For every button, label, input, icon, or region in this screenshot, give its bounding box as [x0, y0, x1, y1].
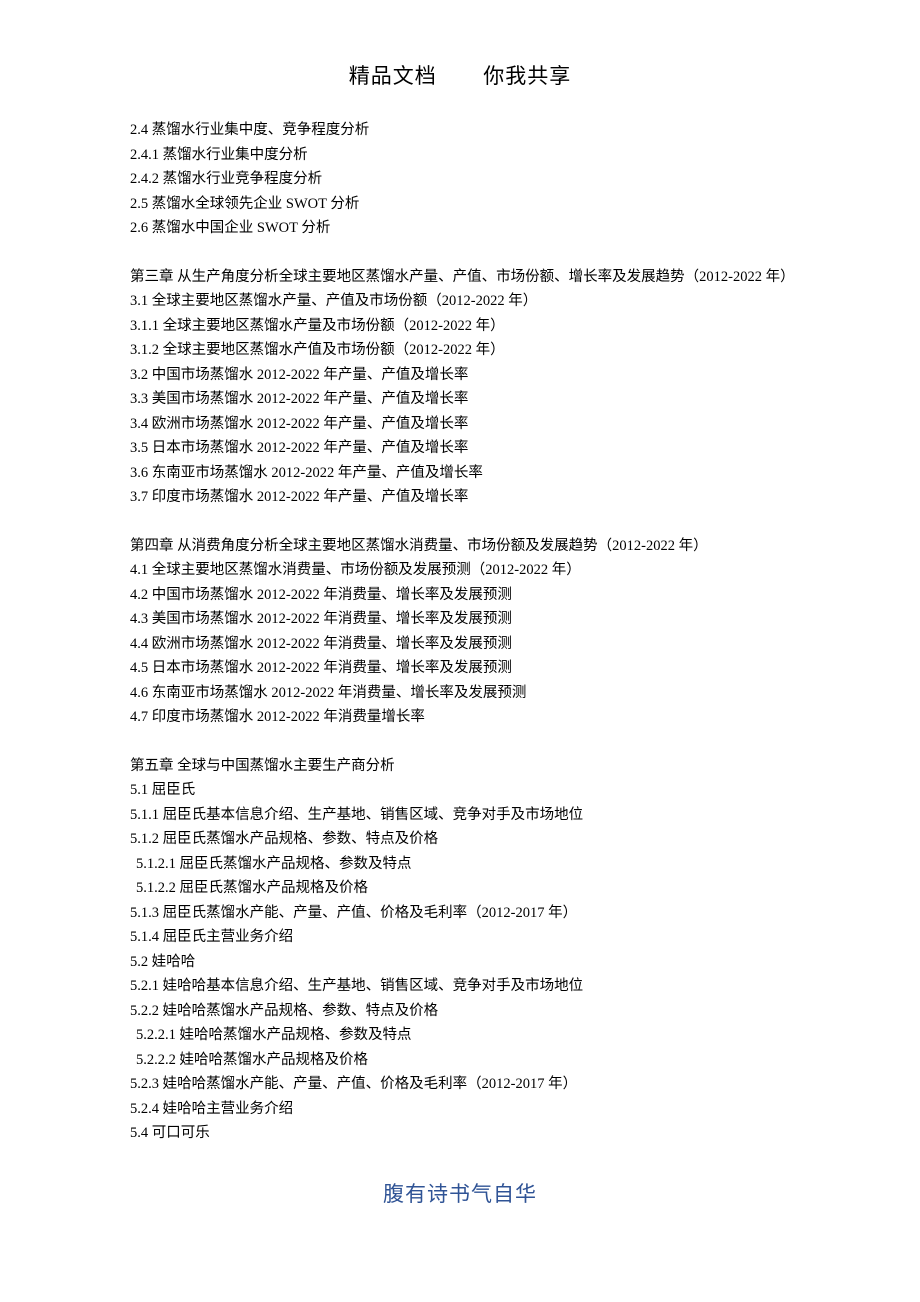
toc-line: 5.1 屈臣氏 — [130, 778, 790, 803]
toc-line: 4.4 欧洲市场蒸馏水 2012-2022 年消费量、增长率及发展预测 — [130, 632, 790, 657]
toc-line: 第五章 全球与中国蒸馏水主要生产商分析 — [130, 754, 790, 779]
toc-line: 3.7 印度市场蒸馏水 2012-2022 年产量、产值及增长率 — [130, 485, 790, 510]
document-page: 精品文档 你我共享 2.4 蒸馏水行业集中度、竞争程度分析2.4.1 蒸馏水行业… — [0, 0, 920, 1248]
page-header: 精品文档 你我共享 — [130, 60, 790, 90]
page-footer: 腹有诗书气自华 — [130, 1178, 790, 1208]
toc-line: 2.4.2 蒸馏水行业竞争程度分析 — [130, 167, 790, 192]
toc-line: 3.6 东南亚市场蒸馏水 2012-2022 年产量、产值及增长率 — [130, 461, 790, 486]
header-part-2: 你我共享 — [483, 64, 571, 88]
toc-line: 3.3 美国市场蒸馏水 2012-2022 年产量、产值及增长率 — [130, 387, 790, 412]
toc-line: 3.1.1 全球主要地区蒸馏水产量及市场份额（2012-2022 年） — [130, 314, 790, 339]
toc-line: 3.1 全球主要地区蒸馏水产量、产值及市场份额（2012-2022 年） — [130, 289, 790, 314]
toc-line: 2.6 蒸馏水中国企业 SWOT 分析 — [130, 216, 790, 241]
toc-line: 5.1.2 屈臣氏蒸馏水产品规格、参数、特点及价格 — [130, 827, 790, 852]
header-part-1: 精品文档 — [349, 64, 437, 88]
toc-line: 2.4 蒸馏水行业集中度、竞争程度分析 — [130, 118, 790, 143]
blank-line — [130, 510, 790, 534]
toc-line: 4.6 东南亚市场蒸馏水 2012-2022 年消费量、增长率及发展预测 — [130, 681, 790, 706]
toc-line: 5.2.1 娃哈哈基本信息介绍、生产基地、销售区域、竞争对手及市场地位 — [130, 974, 790, 999]
toc-line: 5.1.3 屈臣氏蒸馏水产能、产量、产值、价格及毛利率（2012-2017 年） — [130, 901, 790, 926]
toc-line: 4.2 中国市场蒸馏水 2012-2022 年消费量、增长率及发展预测 — [130, 583, 790, 608]
toc-line: 5.1.1 屈臣氏基本信息介绍、生产基地、销售区域、竞争对手及市场地位 — [130, 803, 790, 828]
toc-line: 4.7 印度市场蒸馏水 2012-2022 年消费量增长率 — [130, 705, 790, 730]
toc-line: 5.1.2.1 屈臣氏蒸馏水产品规格、参数及特点 — [130, 852, 790, 877]
toc-line: 5.4 可口可乐 — [130, 1121, 790, 1146]
toc-line: 5.2.2.2 娃哈哈蒸馏水产品规格及价格 — [130, 1048, 790, 1073]
toc-line: 3.2 中国市场蒸馏水 2012-2022 年产量、产值及增长率 — [130, 363, 790, 388]
table-of-contents: 2.4 蒸馏水行业集中度、竞争程度分析2.4.1 蒸馏水行业集中度分析2.4.2… — [130, 118, 790, 1146]
toc-line: 5.1.2.2 屈臣氏蒸馏水产品规格及价格 — [130, 876, 790, 901]
toc-line: 3.5 日本市场蒸馏水 2012-2022 年产量、产值及增长率 — [130, 436, 790, 461]
blank-line — [130, 730, 790, 754]
toc-line: 2.5 蒸馏水全球领先企业 SWOT 分析 — [130, 192, 790, 217]
toc-line: 3.4 欧洲市场蒸馏水 2012-2022 年产量、产值及增长率 — [130, 412, 790, 437]
toc-line: 4.5 日本市场蒸馏水 2012-2022 年消费量、增长率及发展预测 — [130, 656, 790, 681]
toc-line: 4.1 全球主要地区蒸馏水消费量、市场份额及发展预测（2012-2022 年） — [130, 558, 790, 583]
toc-line: 5.2.2.1 娃哈哈蒸馏水产品规格、参数及特点 — [130, 1023, 790, 1048]
toc-line: 5.2.4 娃哈哈主营业务介绍 — [130, 1097, 790, 1122]
toc-line: 3.1.2 全球主要地区蒸馏水产值及市场份额（2012-2022 年） — [130, 338, 790, 363]
toc-line: 第三章 从生产角度分析全球主要地区蒸馏水产量、产值、市场份额、增长率及发展趋势（… — [130, 265, 790, 290]
toc-line: 5.2 娃哈哈 — [130, 950, 790, 975]
toc-line: 4.3 美国市场蒸馏水 2012-2022 年消费量、增长率及发展预测 — [130, 607, 790, 632]
toc-line: 5.2.3 娃哈哈蒸馏水产能、产量、产值、价格及毛利率（2012-2017 年） — [130, 1072, 790, 1097]
blank-line — [130, 241, 790, 265]
toc-line: 第四章 从消费角度分析全球主要地区蒸馏水消费量、市场份额及发展趋势（2012-2… — [130, 534, 790, 559]
toc-line: 5.1.4 屈臣氏主营业务介绍 — [130, 925, 790, 950]
toc-line: 2.4.1 蒸馏水行业集中度分析 — [130, 143, 790, 168]
toc-line: 5.2.2 娃哈哈蒸馏水产品规格、参数、特点及价格 — [130, 999, 790, 1024]
